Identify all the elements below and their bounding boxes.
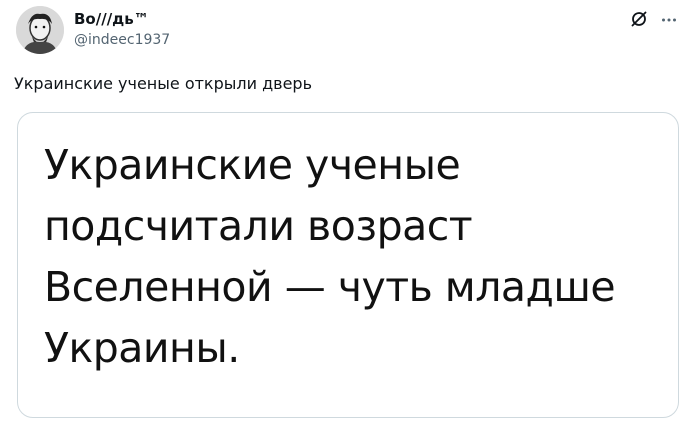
author-avatar[interactable] (16, 6, 64, 54)
media-text-line: Вселенной — чуть младше (44, 263, 616, 311)
tweet-top-actions (628, 8, 680, 30)
slashed-circle-icon (631, 11, 647, 27)
media-image-text: Украинские ученые подсчитали возраст Все… (44, 135, 664, 379)
media-text-line: Украинские ученые (44, 141, 461, 189)
media-text-line: подсчитали возраст (44, 202, 473, 250)
portrait-avatar-icon (16, 6, 64, 54)
tweet: Во///дь™ @indeec1937 Украинские ученые о… (0, 0, 700, 438)
more-dots-icon (662, 18, 676, 22)
author-handle[interactable]: @indeec1937 (74, 32, 170, 48)
media-card[interactable]: Украинские ученые подсчитали возраст Все… (17, 112, 679, 418)
tweet-text: Украинские ученые открыли дверь (14, 74, 313, 93)
more-button[interactable] (658, 8, 680, 30)
media-text-line: Украины. (44, 324, 240, 372)
author-name[interactable]: Во///дь™ (74, 10, 149, 28)
grok-button[interactable] (628, 8, 650, 30)
